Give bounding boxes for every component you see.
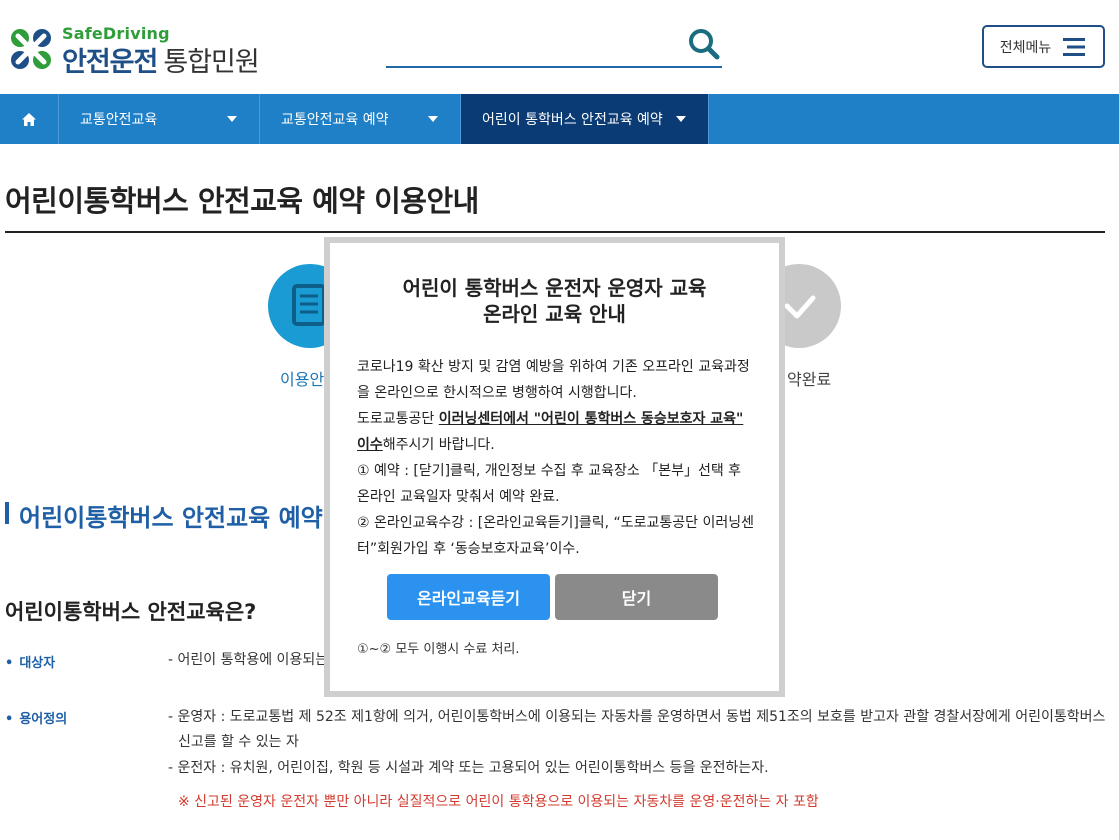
modal-title: 어린이 통학버스 운전자 운영자 교육 온라인 교육 안내 — [330, 275, 779, 327]
close-button[interactable]: 닫기 — [555, 574, 718, 620]
modal-paragraph-elearning: 도로교통공단 이러닝센터에서 "어린이 통학버스 동승보호자 교육" 이수해주시… — [357, 406, 757, 458]
modal-note: ①~② 모두 이행시 수료 처리. — [357, 642, 520, 657]
modal-body: 코로나19 확산 방지 및 감염 예방을 위하여 기존 오프라인 교육과정을 온… — [357, 354, 757, 562]
page: SafeDriving 안전운전 통합민원 전체메뉴 교통안전교육 교통안전교육… — [0, 0, 1119, 840]
modal-step2: ② 온라인교육수강 : [온라인교육듣기]클릭, “도로교통공단 이러닝센터”회… — [357, 515, 755, 557]
modal-title-line2: 온라인 교육 안내 — [483, 302, 626, 326]
modal-title-line1: 어린이 통학버스 운전자 운영자 교육 — [402, 276, 707, 300]
modal-paragraph-intro: 코로나19 확산 방지 및 감염 예방을 위하여 기존 오프라인 교육과정을 온… — [357, 359, 750, 401]
online-education-button[interactable]: 온라인교육듣기 — [387, 574, 550, 620]
modal-text: 도로교통공단 — [357, 411, 439, 427]
modal-text: 해주시기 바랍니다. — [382, 437, 495, 453]
online-education-modal: 어린이 통학버스 운전자 운영자 교육 온라인 교육 안내 코로나19 확산 방… — [324, 237, 785, 697]
modal-step1: ① 예약 : [닫기]클릭, 개인정보 수집 후 교육장소 「본부」선택 후 온… — [357, 463, 742, 505]
